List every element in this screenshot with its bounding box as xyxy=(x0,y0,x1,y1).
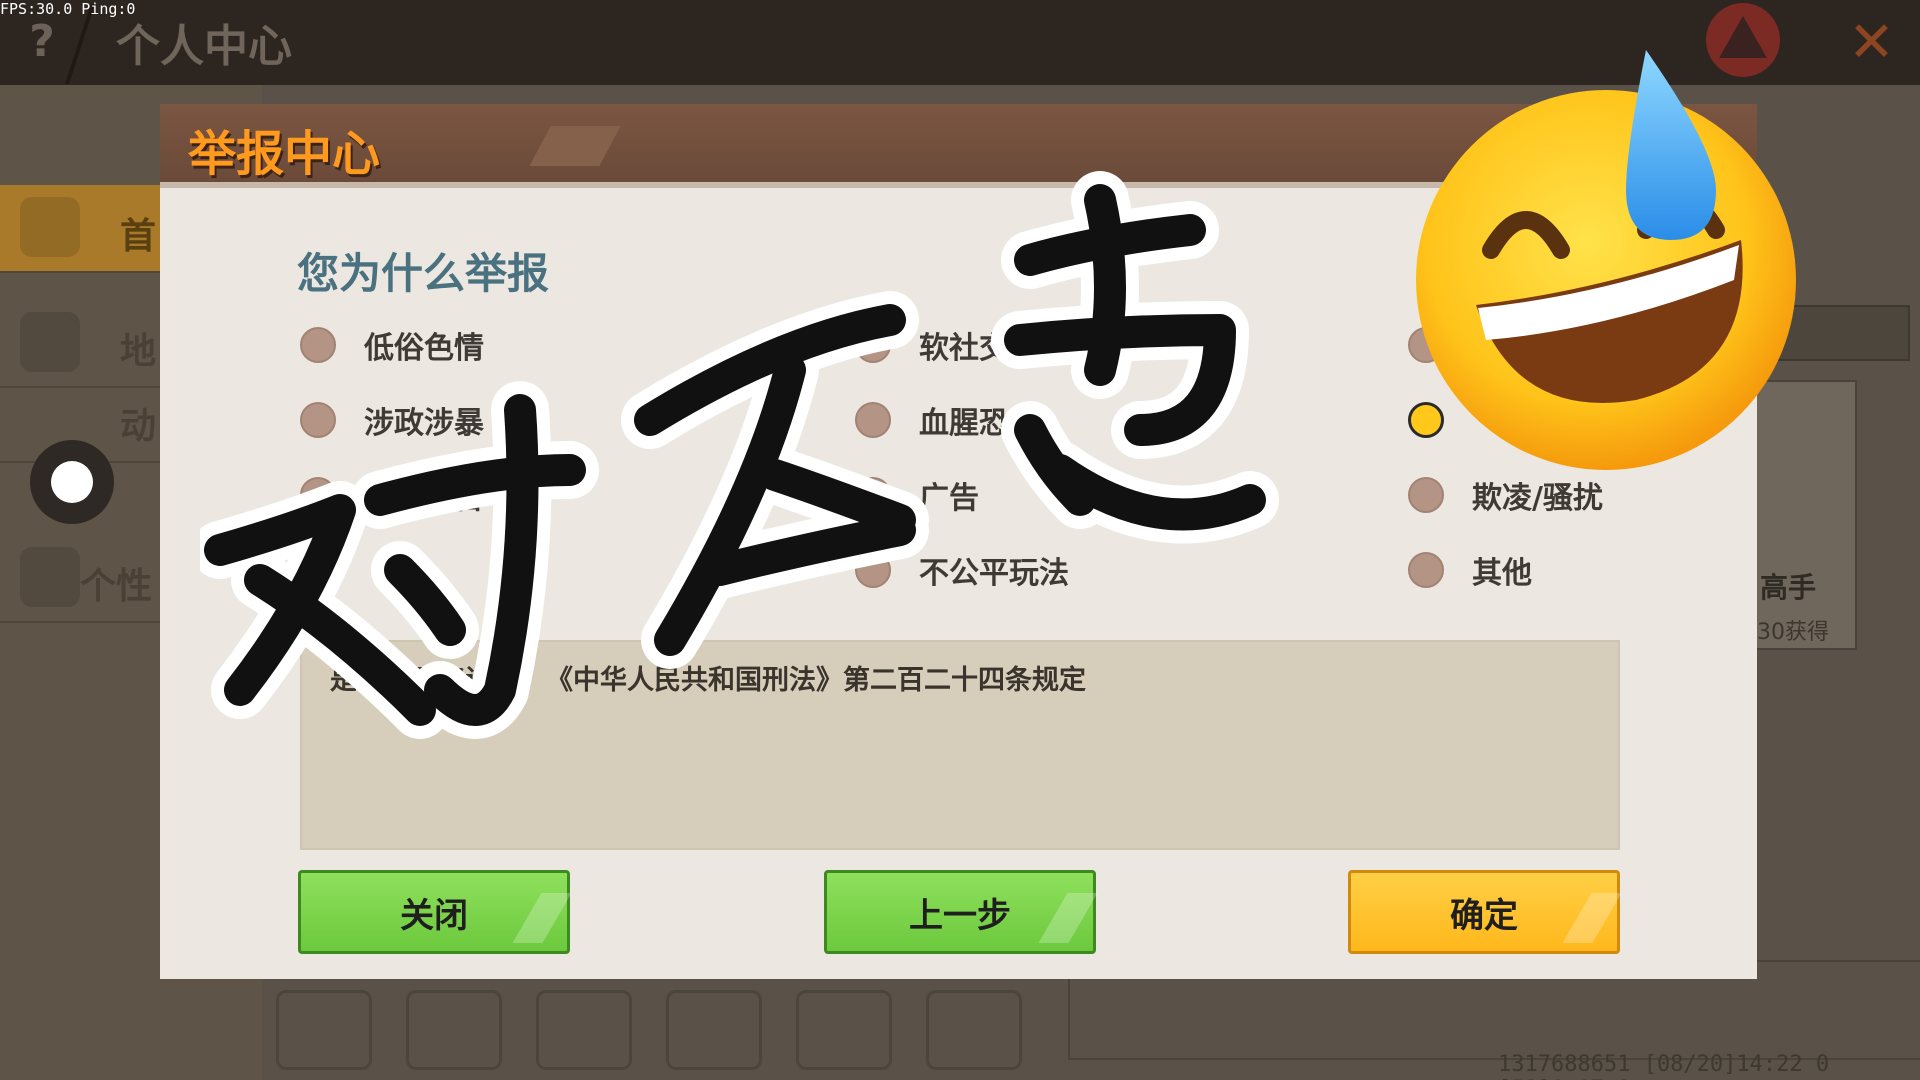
reason-option[interactable]: 欺凌/骚扰 xyxy=(1408,473,1603,517)
reason-option[interactable]: 黑产广告 xyxy=(300,473,484,517)
reason-label: 广告 xyxy=(919,481,979,516)
reason-option[interactable]: 涉政涉暴 xyxy=(300,398,484,442)
sidebar-item-label: 首 xyxy=(120,216,157,257)
fps-ping-overlay: FPS:30.0 Ping:0 xyxy=(0,0,136,18)
joystick[interactable] xyxy=(30,440,114,524)
tile[interactable] xyxy=(926,990,1022,1070)
tile[interactable] xyxy=(406,990,502,1070)
reason-label: 涉政涉暴 xyxy=(364,406,484,441)
reason-label: 血腥恐怖 xyxy=(919,406,1039,441)
sidebar-item-label: 动 xyxy=(120,406,157,447)
tile-row xyxy=(276,990,1066,1070)
help-button[interactable]: ? xyxy=(20,14,64,70)
tile[interactable] xyxy=(796,990,892,1070)
reason-label: 不公平玩法 xyxy=(919,556,1069,591)
description-textarea[interactable]: 是一种网络诈骗！《中华人民共和国刑法》第二百二十四条规定 xyxy=(300,640,1620,850)
map-icon xyxy=(20,312,80,372)
joystick-knob[interactable] xyxy=(51,461,93,503)
reward-name: 高手 xyxy=(1760,571,1817,604)
home-icon xyxy=(20,197,80,257)
grinning-sweat-emoji-icon xyxy=(1416,50,1796,470)
radio-button[interactable] xyxy=(300,402,336,438)
radio-button[interactable] xyxy=(855,477,891,513)
page-title: 个人中心 xyxy=(116,21,292,72)
radio-button[interactable] xyxy=(1408,477,1444,513)
description-text: 是一种网络诈骗！《中华人民共和国刑法》第二百二十四条规定 xyxy=(330,665,1086,696)
reason-label: 其他 xyxy=(1472,556,1532,591)
tile[interactable] xyxy=(666,990,762,1070)
reason-label: 软社交 xyxy=(919,331,1009,366)
sidebar-item-label: 个性 xyxy=(80,566,153,607)
close-button[interactable]: 关闭 xyxy=(298,870,570,954)
reason-label: 欺凌/骚扰 xyxy=(1472,481,1603,516)
reward-condition: 30获得 xyxy=(1757,620,1829,645)
reason-option[interactable]: 软社交 xyxy=(855,323,1009,367)
reason-option[interactable]: 广告 xyxy=(855,473,979,517)
radio-button[interactable] xyxy=(300,477,336,513)
radio-button[interactable] xyxy=(300,327,336,363)
back-button[interactable]: 上一步 xyxy=(824,870,1096,954)
personality-icon xyxy=(20,547,80,607)
reason-option[interactable]: 低俗色情 xyxy=(300,323,484,367)
reason-label: 黑产广告 xyxy=(364,481,484,516)
header-decoration xyxy=(529,126,621,166)
close-icon[interactable]: ✕ xyxy=(1848,10,1895,75)
reason-label: 低俗色情 xyxy=(364,331,484,366)
dialog-title: 举报中心 xyxy=(188,126,381,182)
radio-button[interactable] xyxy=(1408,552,1444,588)
sidebar-item-label: 地 xyxy=(120,331,157,372)
tile[interactable] xyxy=(276,990,372,1070)
radio-button[interactable] xyxy=(855,327,891,363)
tile[interactable] xyxy=(536,990,632,1070)
reason-option[interactable]: 其他 xyxy=(1408,548,1532,592)
footer-info: 1317688651 [08/20]14:22 0 [58]1.17.0 xyxy=(1498,1052,1830,1080)
radio-button[interactable] xyxy=(855,402,891,438)
reason-option[interactable]: 血腥恐怖 xyxy=(855,398,1039,442)
confirm-button[interactable]: 确定 xyxy=(1348,870,1620,954)
radio-button[interactable] xyxy=(855,552,891,588)
reason-option[interactable]: 不公平玩法 xyxy=(855,548,1069,592)
report-question: 您为什么举报 xyxy=(297,249,550,298)
